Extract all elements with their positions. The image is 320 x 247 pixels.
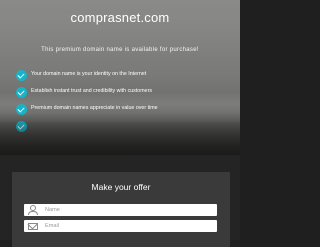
check-icon <box>16 121 27 132</box>
name-input[interactable] <box>45 204 215 216</box>
feature-label: Establish instant trust and credibility … <box>31 88 152 94</box>
feature-item: Your domain name is your identity on the… <box>16 70 226 84</box>
feature-item: Establish instant trust and credibility … <box>16 87 226 101</box>
check-icon <box>16 104 27 115</box>
email-field[interactable] <box>24 220 217 232</box>
hero-section: comprasnet.com This premium domain name … <box>0 0 240 155</box>
feature-label: Premium domain names appreciate in value… <box>31 105 158 111</box>
check-icon <box>16 70 27 81</box>
feature-label: Your domain name is your identity on the… <box>31 71 147 77</box>
user-icon <box>27 204 39 216</box>
mail-icon <box>27 220 39 232</box>
feature-item: Premium domain names appreciate in value… <box>16 104 226 118</box>
name-field[interactable] <box>24 204 217 216</box>
offer-form: Make your offer <box>12 172 230 247</box>
feature-item <box>16 121 226 135</box>
offer-title: Make your offer <box>91 182 151 192</box>
domain-title: comprasnet.com <box>70 10 170 25</box>
email-input[interactable] <box>45 220 215 232</box>
feature-list: Your domain name is your identity on the… <box>16 70 226 138</box>
sale-subtitle: This premium domain name is available fo… <box>41 47 199 53</box>
check-icon <box>16 87 27 98</box>
